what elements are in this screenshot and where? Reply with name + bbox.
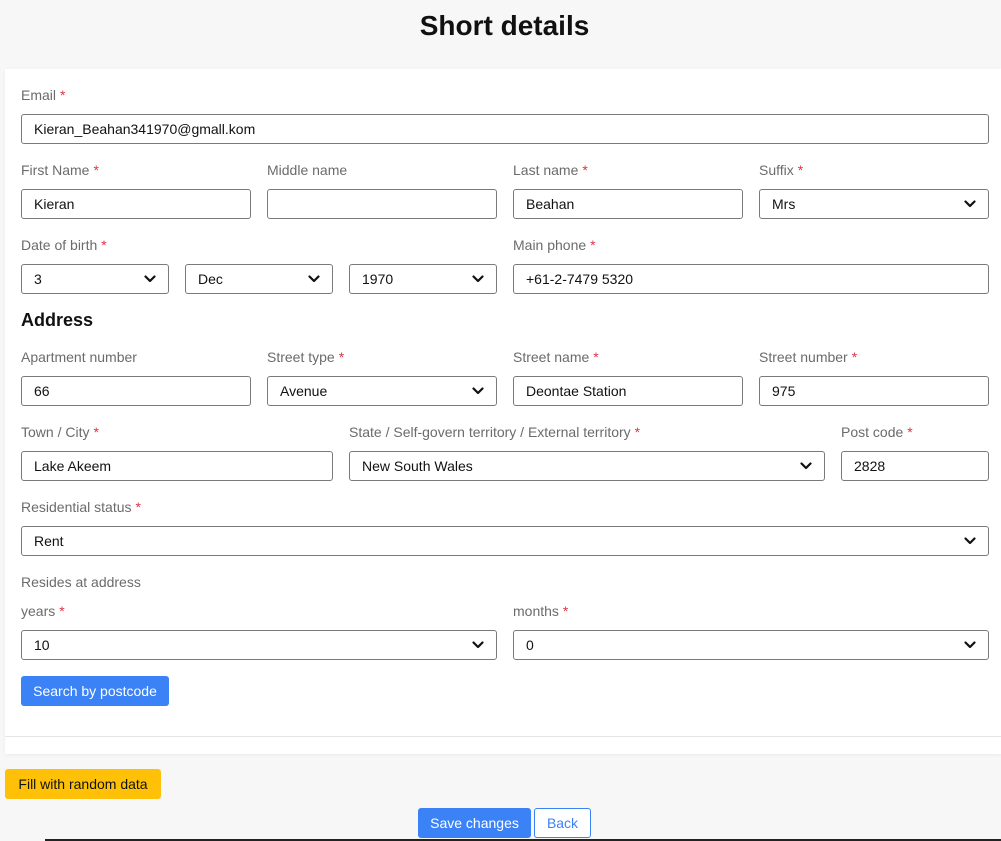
card-divider <box>5 736 1001 737</box>
suffix-value: Mrs <box>772 196 796 212</box>
chevron-down-icon <box>964 200 976 208</box>
resides-at-address-label: Resides at address <box>21 574 141 590</box>
last-name-label: Last name * <box>513 162 588 178</box>
state-value: New South Wales <box>362 458 473 474</box>
street-name-label: Street name * <box>513 349 599 365</box>
suffix-select[interactable]: Mrs <box>759 189 989 219</box>
months-label: months * <box>513 603 569 619</box>
street-type-label: Street type * <box>267 349 345 365</box>
apartment-number-input[interactable]: 66 <box>21 376 251 406</box>
state-label: State / Self-govern territory / External… <box>349 424 641 440</box>
chevron-down-icon <box>144 275 156 283</box>
dob-year-value: 1970 <box>362 271 394 287</box>
chevron-down-icon <box>964 641 976 649</box>
dob-month-value: Dec <box>198 271 223 287</box>
street-number-label: Street number * <box>759 349 858 365</box>
address-heading: Address <box>21 310 94 330</box>
search-by-postcode-button[interactable]: Search by postcode <box>21 676 169 706</box>
residential-status-select[interactable]: Rent <box>21 526 989 556</box>
post-code-label: Post code * <box>841 424 913 440</box>
months-value: 0 <box>526 637 534 653</box>
dob-label: Date of birth * <box>21 237 107 253</box>
main-phone-label: Main phone * <box>513 237 596 253</box>
page-title: Short details <box>419 10 590 41</box>
chevron-down-icon <box>308 275 320 283</box>
years-value: 10 <box>34 637 50 653</box>
first-name-input[interactable]: Kieran <box>21 189 251 219</box>
dob-month-select[interactable]: Dec <box>185 264 333 294</box>
middle-name-label: Middle name <box>267 162 348 178</box>
save-changes-button[interactable]: Save changes <box>418 808 531 838</box>
fill-random-data-button[interactable]: Fill with random data <box>5 769 161 799</box>
post-code-input[interactable]: 2828 <box>841 451 989 481</box>
state-select[interactable]: New South Wales <box>349 451 825 481</box>
street-number-input[interactable]: 975 <box>759 376 989 406</box>
chevron-down-icon <box>472 275 484 283</box>
middle-name-input[interactable] <box>267 189 497 219</box>
last-name-input[interactable]: Beahan <box>513 189 743 219</box>
main-phone-input[interactable]: +61-2-7479 5320 <box>513 264 989 294</box>
years-label: years * <box>21 603 65 619</box>
details-form-card: Email * Kieran_Beahan341970@gmall.kom Fir… <box>5 69 1001 754</box>
chevron-down-icon <box>472 641 484 649</box>
back-button[interactable]: Back <box>534 808 591 838</box>
email-label: Email * <box>21 87 66 103</box>
street-type-value: Avenue <box>280 383 328 399</box>
dob-day-select[interactable]: 3 <box>21 264 169 294</box>
email-input[interactable]: Kieran_Beahan341970@gmall.kom <box>21 114 989 144</box>
apartment-number-label: Apartment number <box>21 349 137 365</box>
chevron-down-icon <box>472 387 484 395</box>
town-label: Town / City * <box>21 424 99 440</box>
chevron-down-icon <box>800 462 812 470</box>
first-name-label: First Name * <box>21 162 99 178</box>
chevron-down-icon <box>964 537 976 545</box>
residential-status-label: Residential status * <box>21 499 141 515</box>
street-name-input[interactable]: Deontae Station <box>513 376 743 406</box>
months-select[interactable]: 0 <box>513 630 989 660</box>
suffix-label: Suffix * <box>759 162 804 178</box>
years-select[interactable]: 10 <box>21 630 497 660</box>
residential-status-value: Rent <box>34 533 64 549</box>
dob-year-select[interactable]: 1970 <box>349 264 497 294</box>
street-type-select[interactable]: Avenue <box>267 376 497 406</box>
town-input[interactable]: Lake Akeem <box>21 451 333 481</box>
dob-day-value: 3 <box>34 271 42 287</box>
